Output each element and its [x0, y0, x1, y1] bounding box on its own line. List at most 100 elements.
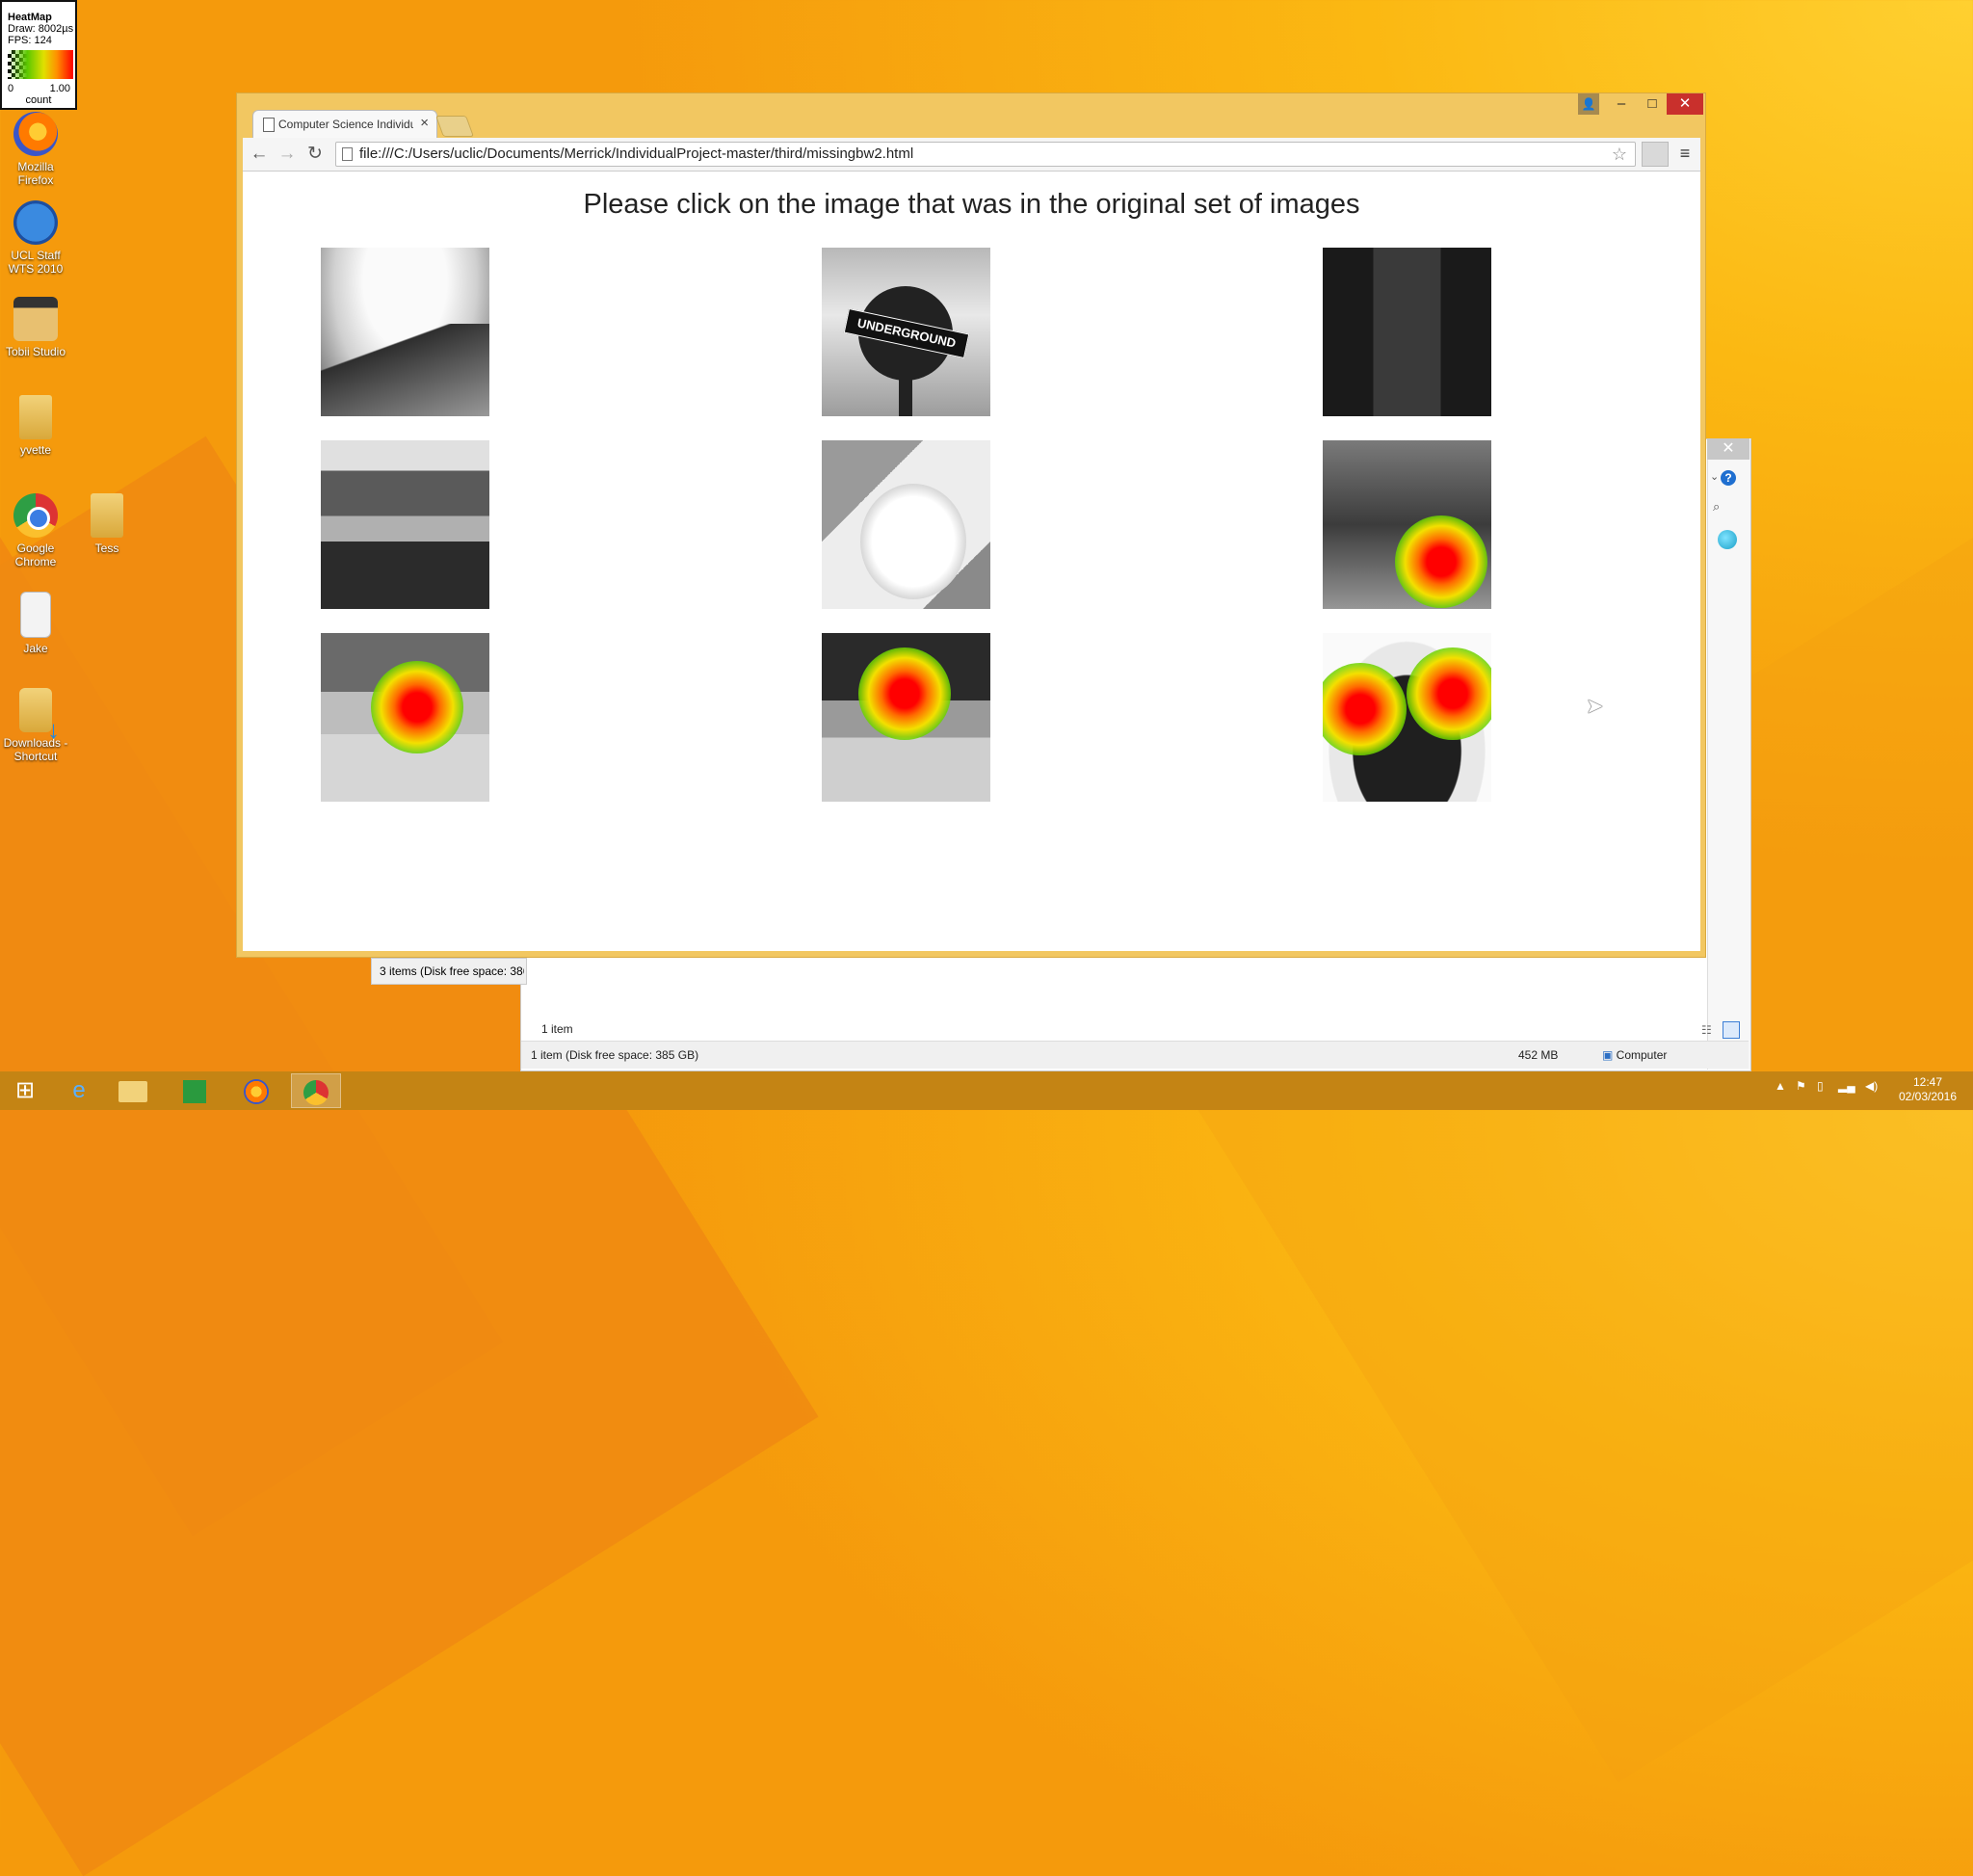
- back-button[interactable]: ←: [248, 143, 271, 166]
- chrome-icon: [13, 493, 58, 538]
- address-bar[interactable]: file:///C:/Users/uclic/Documents/Merrick…: [335, 142, 1636, 167]
- choice-image-underground[interactable]: [822, 248, 990, 416]
- heatmap-title: HeatMap: [8, 12, 52, 23]
- photo-river: [321, 440, 489, 609]
- desktop-icon-yvette[interactable]: yvette: [0, 395, 72, 457]
- gaze-heatspot: [857, 647, 951, 740]
- choice-image-drummer[interactable]: [1323, 440, 1491, 609]
- status-location: ▣ Computer: [1602, 1048, 1667, 1062]
- gaze-heatspot: [1323, 662, 1407, 755]
- page-icon: [263, 118, 275, 132]
- underground-sign: [858, 286, 953, 416]
- extension-icon[interactable]: [1642, 142, 1669, 167]
- internet-explorer-icon[interactable]: e: [54, 1073, 104, 1108]
- gaze-heatspot: [370, 661, 463, 753]
- tobii-icon: [13, 297, 58, 341]
- taskbar-clock[interactable]: 12:47 02/03/2016: [1886, 1075, 1969, 1104]
- choice-image-river[interactable]: [321, 440, 489, 609]
- minimize-button[interactable]: –: [1607, 93, 1636, 115]
- chrome-taskbar-icon[interactable]: [291, 1073, 341, 1108]
- network-icon[interactable]: ▂▄: [1838, 1079, 1855, 1093]
- photo-hands: [1323, 248, 1491, 416]
- store-icon[interactable]: [170, 1073, 220, 1108]
- folder-icon: [91, 493, 123, 538]
- heatmap-draw-time: Draw: 8002µs: [8, 23, 74, 35]
- tab-title: Computer Science Individu: [278, 118, 413, 131]
- gaze-heatspot: [1406, 647, 1491, 740]
- choice-image-sink[interactable]: [822, 440, 990, 609]
- status-disk-space: 1 item (Disk free space: 385 GB): [531, 1048, 699, 1062]
- status-size: 452 MB: [1518, 1048, 1559, 1062]
- document-icon: [20, 592, 51, 638]
- choice-image-golf[interactable]: [321, 633, 489, 802]
- choice-image-food[interactable]: [1323, 633, 1491, 802]
- desktop-icon-firefox[interactable]: Mozilla Firefox: [0, 112, 72, 187]
- details-view-icon[interactable]: ☷: [1701, 1023, 1712, 1037]
- heatmap-scale-max: 1.00: [49, 83, 70, 94]
- globe-icon[interactable]: [1718, 530, 1737, 549]
- forward-button[interactable]: →: [276, 143, 299, 166]
- explorer-status-bar: 1 item (Disk free space: 385 GB) 452 MB …: [521, 1041, 1749, 1069]
- status-items-text: 3 items (Disk free space: 386: [380, 964, 524, 978]
- tab-close-icon[interactable]: ×: [420, 115, 429, 131]
- desktop-icon-label: Mozilla Firefox: [17, 160, 54, 187]
- page-heading: Please click on the image that was in th…: [583, 189, 1360, 220]
- desktop-icon-tess[interactable]: Tess: [70, 493, 144, 555]
- status-location-label: Computer: [1616, 1048, 1668, 1062]
- desktop-icon-label: UCL Staff WTS 2010: [8, 249, 64, 276]
- device-icon[interactable]: ▯: [1817, 1079, 1824, 1093]
- help-icon[interactable]: ?: [1721, 470, 1736, 486]
- reload-button[interactable]: ↻: [303, 143, 327, 166]
- maximize-button[interactable]: □: [1638, 93, 1667, 115]
- computer-icon: ▣: [1602, 1048, 1617, 1062]
- file-explorer-icon[interactable]: [108, 1073, 158, 1108]
- desktop-icon-label: Downloads - Shortcut: [3, 736, 68, 763]
- heatmap-scale-unit: count: [25, 94, 52, 106]
- choice-image-hands[interactable]: [1323, 248, 1491, 416]
- desktop-icon-label: Google Chrome: [14, 542, 57, 568]
- address-url: file:///C:/Users/uclic/Documents/Merrick…: [359, 145, 914, 162]
- gaze-heatspot: [1394, 515, 1487, 608]
- choice-image-bmx[interactable]: [321, 248, 489, 416]
- chevron-down-icon[interactable]: ⌄: [1710, 470, 1719, 483]
- desktop-icon-chrome[interactable]: Google Chrome: [0, 493, 72, 568]
- flag-icon[interactable]: ⚑: [1796, 1079, 1806, 1093]
- explorer-status-small: 3 items (Disk free space: 386: [371, 958, 527, 985]
- downloads-icon: [19, 688, 60, 736]
- search-icon[interactable]: ⌕: [1713, 499, 1720, 515]
- desktop-icon-jake[interactable]: Jake: [0, 592, 72, 655]
- user-profile-button[interactable]: 👤: [1578, 93, 1599, 115]
- choice-image-swing[interactable]: [822, 633, 990, 802]
- mouse-cursor-icon: ➤: [1586, 694, 1604, 718]
- explorer-item-count: 1 item: [541, 1022, 573, 1036]
- sink-basin: [860, 484, 966, 599]
- desktop-icon-downloads[interactable]: Downloads - Shortcut: [0, 688, 72, 763]
- explorer-close-button[interactable]: ✕: [1707, 438, 1749, 460]
- folder-icon: [19, 395, 52, 439]
- desktop-icon-label: Tess: [94, 542, 119, 555]
- clock-time: 12:47: [1912, 1075, 1943, 1089]
- firefox-taskbar-icon[interactable]: [231, 1073, 281, 1108]
- heatmap-widget: HeatMap Draw: 8002µs FPS: 124 0 1.00 cou…: [0, 0, 77, 110]
- photo-bmx: [321, 248, 489, 416]
- desktop-icon-label: Jake: [23, 642, 48, 655]
- heatmap-scale-min: 0: [8, 83, 14, 94]
- desktop-icon-tobii[interactable]: Tobii Studio: [0, 297, 72, 358]
- browser-tab[interactable]: Computer Science Individu ×: [252, 110, 437, 138]
- bookmark-star-icon[interactable]: ☆: [1612, 143, 1627, 166]
- heatmap-color-scale: [8, 50, 73, 79]
- remote-desktop-icon: [13, 200, 58, 245]
- clock-date: 02/03/2016: [1898, 1090, 1958, 1103]
- close-button[interactable]: ✕: [1667, 93, 1703, 115]
- menu-icon[interactable]: ≡: [1672, 142, 1697, 165]
- desktop-icon-ucl-staff[interactable]: UCL Staff WTS 2010: [0, 200, 72, 276]
- desktop-icon-label: Tobii Studio: [5, 345, 66, 358]
- start-button[interactable]: ⊞: [0, 1073, 50, 1108]
- large-icons-view-icon[interactable]: [1723, 1021, 1740, 1039]
- tray-overflow-icon[interactable]: ▲: [1775, 1079, 1786, 1093]
- volume-icon[interactable]: ◀): [1865, 1079, 1878, 1093]
- heatmap-fps: FPS: 124: [8, 35, 52, 46]
- firefox-icon: [13, 112, 58, 156]
- page-icon: [342, 147, 353, 161]
- desktop-icon-label: yvette: [19, 443, 51, 457]
